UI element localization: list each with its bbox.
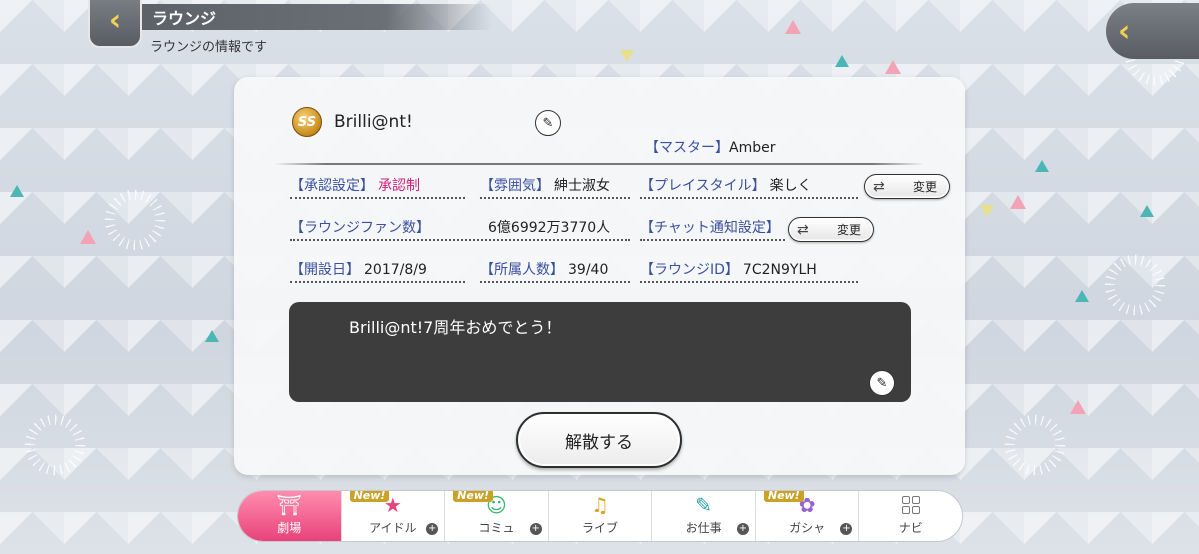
confetti [1070, 400, 1086, 414]
nav-live[interactable]: ♫ ライブ [549, 491, 653, 541]
lounge-name-row: SS Brilli@nt! [292, 107, 413, 137]
rank-badge: SS [292, 107, 322, 137]
theater-icon: ⛩ [276, 493, 302, 517]
atmosphere-field: 【雰囲気】 紳士淑女 [480, 175, 630, 199]
plus-icon: + [736, 523, 749, 535]
founded-label: 【開設日】 [290, 262, 360, 278]
lounge-comment: Brilli@nt!7周年おめでとう！ [349, 318, 562, 337]
music-note-icon: ♫ [591, 493, 609, 517]
header: ‹ ラウンジ ラウンジの情報です [0, 0, 500, 55]
lounge-comment-box: Brilli@nt!7周年おめでとう！ ✎ [289, 302, 911, 402]
divider [274, 163, 924, 165]
fans-value: 6億6992万3770人 [488, 220, 611, 236]
sparkle-decoration [100, 185, 170, 255]
grid-icon [901, 496, 920, 514]
nav-idol[interactable]: New! ★ アイドル + [342, 491, 446, 541]
master-label: 【マスター】 [645, 140, 729, 156]
nav-label: ナビ [898, 521, 923, 535]
playstyle-value: 楽しく [769, 178, 812, 194]
approval-field: 【承認設定】 承認制 [290, 175, 465, 199]
atmosphere-label: 【雰囲気】 [480, 178, 550, 194]
sparkle-decoration [1100, 250, 1170, 320]
nav-label: お仕事 [685, 521, 722, 535]
confetti [10, 185, 24, 197]
confetti [620, 50, 634, 62]
change-playstyle-button[interactable]: ⇄ 変更 [864, 174, 950, 199]
refresh-icon: ⇄ [873, 178, 885, 195]
master-row: 【マスター】Amber [645, 137, 775, 157]
confetti [1035, 160, 1049, 172]
lounge-id-field: 【ラウンジID】 7C2N9YLH [640, 259, 858, 283]
approval-label: 【承認設定】 [290, 178, 374, 194]
members-label: 【所属人数】 [480, 262, 564, 278]
confetti [785, 20, 801, 34]
confetti [980, 205, 994, 217]
plus-icon: + [426, 523, 439, 535]
atmosphere-value: 紳士淑女 [554, 178, 610, 194]
edit-comment-button[interactable]: ✎ [869, 370, 895, 396]
page-title: ラウンジ [152, 9, 217, 28]
nav-label: コミュ [478, 521, 515, 535]
change-button-label: 変更 [836, 223, 861, 237]
nav-navi[interactable]: ナビ [859, 491, 962, 541]
sparkle-decoration [20, 410, 90, 480]
chat-notify-field: 【チャット通知設定】 [640, 217, 785, 241]
nav-gacha[interactable]: New! ✿ ガシャ + [756, 491, 860, 541]
change-chat-notify-button[interactable]: ⇄ 変更 [788, 217, 874, 242]
confetti [205, 330, 219, 342]
confetti [835, 55, 849, 67]
lounge-id-label: 【ラウンジID】 [640, 262, 739, 278]
new-badge: New! [763, 491, 804, 502]
confetti [1075, 290, 1089, 302]
lounge-info-panel: SS Brilli@nt! ✎ 【マスター】Amber 【承認設定】 承認制 【雰… [234, 77, 965, 475]
clipboard-icon: ✎ [695, 493, 712, 517]
master-value: Amber [729, 140, 776, 156]
side-menu-button[interactable]: ‹ [1106, 3, 1199, 59]
nav-label: アイドル [369, 521, 417, 535]
plus-icon: + [840, 523, 853, 535]
members-value: 39/40 [568, 262, 609, 278]
members-field: 【所属人数】 39/40 [480, 259, 630, 283]
lounge-name: Brilli@nt! [334, 112, 413, 132]
new-badge: New! [453, 491, 494, 502]
confetti [80, 230, 96, 244]
pencil-icon: ✎ [876, 375, 888, 391]
new-badge: New! [349, 491, 390, 502]
disband-button[interactable]: 解散する [516, 412, 682, 468]
nav-label: 劇場 [277, 521, 302, 535]
nav-theater[interactable]: ⛩ 劇場 [238, 491, 342, 541]
founded-value: 2017/8/9 [364, 262, 427, 278]
fans-label: 【ラウンジファン数】 [290, 220, 430, 236]
approval-value: 承認制 [378, 178, 420, 194]
playstyle-field: 【プレイスタイル】 楽しく [640, 175, 858, 199]
chevron-left-icon: ‹ [108, 3, 122, 38]
bottom-nav: ⛩ 劇場 New! ★ アイドル + New! ☺ コミュ + ♫ ライブ ✎ … [237, 490, 963, 542]
page-subtitle: ラウンジの情報です [150, 40, 268, 55]
playstyle-label: 【プレイスタイル】 [640, 178, 766, 194]
sparkle-decoration [1000, 410, 1070, 480]
nav-commu[interactable]: New! ☺ コミュ + [445, 491, 549, 541]
nav-label: ガシャ [789, 521, 826, 535]
confetti [1010, 195, 1026, 209]
founded-field: 【開設日】 2017/8/9 [290, 259, 465, 283]
confetti [1140, 205, 1154, 217]
confetti [885, 60, 901, 74]
nav-work[interactable]: ✎ お仕事 + [652, 491, 756, 541]
chat-notify-label: 【チャット通知設定】 [640, 220, 780, 236]
plus-icon: + [529, 523, 542, 535]
change-button-label: 変更 [912, 180, 937, 194]
chevron-left-icon: ‹ [1118, 13, 1131, 49]
lounge-id-value: 7C2N9YLH [742, 262, 817, 278]
nav-label: ライブ [582, 521, 619, 535]
refresh-icon: ⇄ [797, 221, 809, 238]
back-button[interactable]: ‹ [88, 0, 142, 48]
edit-name-button[interactable]: ✎ [535, 110, 561, 136]
pencil-icon: ✎ [542, 115, 554, 131]
fans-field: 【ラウンジファン数】 6億6992万3770人 [290, 217, 630, 241]
